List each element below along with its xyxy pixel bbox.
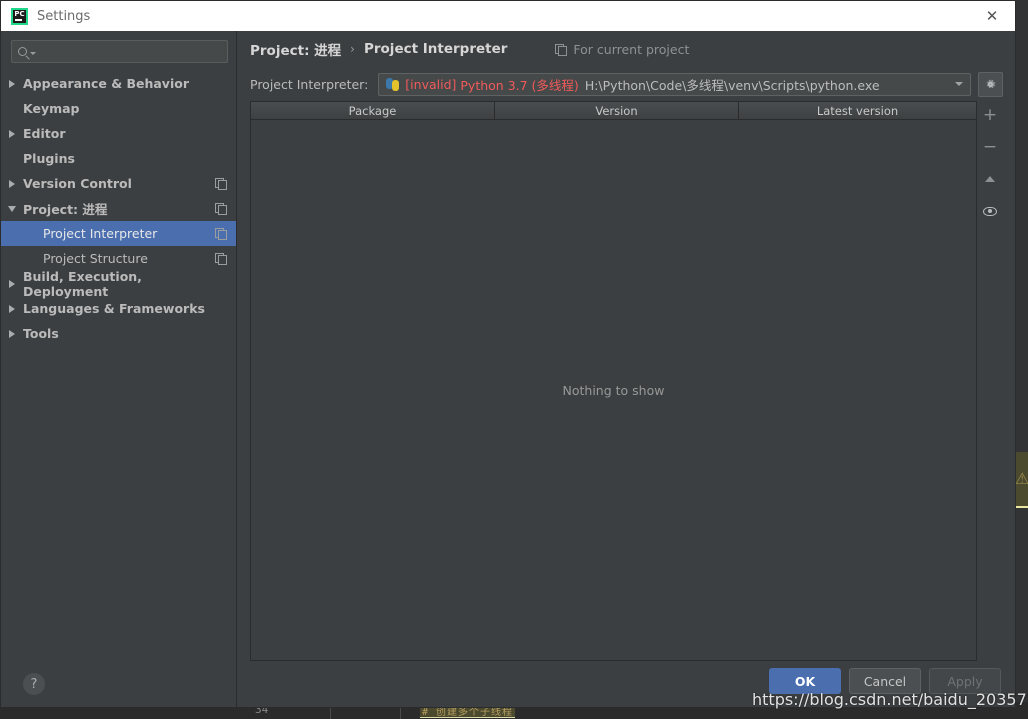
sidebar-item-project-进程[interactable]: Project: 进程 [1,196,236,221]
search-container [1,31,236,69]
sidebar-item-label: Project: 进程 [23,202,108,217]
sidebar-item-label: Version Control [23,176,132,191]
python-icon [386,77,400,91]
sidebar-item-build-execution-deployment[interactable]: Build, Execution, Deployment [1,268,236,299]
search-filter-chevron-down-icon[interactable] [30,52,36,55]
dialog-titlebar: PC Settings ✕ [1,1,1015,31]
sidebar-item-appearance-behavior[interactable]: Appearance & Behavior [1,71,236,96]
dialog-title: Settings [37,8,91,24]
settings-sidebar: Appearance & Behavior Keymap Editor Plugins… [1,31,237,707]
chevron-right-icon[interactable] [1,79,23,88]
dialog-body: Appearance & Behavior Keymap Editor Plugins… [1,31,1015,707]
interpreter-combobox[interactable]: [invalid] Python 3.7 (多线程) H:\Python\Cod… [378,72,971,96]
chevron-right-icon[interactable] [1,279,23,288]
breadcrumb-separator: › [350,42,355,56]
chevron-right-icon[interactable] [1,129,23,138]
sidebar-item-label: Project Interpreter [43,226,158,241]
scope-indicator: For current project [555,42,689,57]
page-title: Project Interpreter [363,41,508,57]
packages-table: Package Version Latest version Nothing t… [250,101,977,661]
sidebar-item-languages-frameworks[interactable]: Languages & Frameworks [1,296,236,321]
copy-stack-icon [215,178,227,190]
search-input[interactable] [40,44,221,59]
column-header-package[interactable]: Package [251,102,495,120]
python-icon-yellow [392,79,400,91]
gear-icon[interactable] [978,71,1003,97]
scope-label: For current project [573,41,690,57]
help-button[interactable]: ? [23,673,45,695]
interpreter-name: Python 3.7 (多线程) [460,77,579,93]
editor-marker-gutter [1015,0,1028,719]
settings-content: Project: 进程 › Project Interpreter For cu… [237,31,1015,707]
sidebar-item-label: Appearance & Behavior [23,76,189,91]
eye-icon [983,206,997,216]
ok-button[interactable]: OK [769,668,841,694]
copy-stack-icon [215,253,227,265]
sidebar-item-editor[interactable]: Editor [1,121,236,146]
apply-button[interactable]: Apply [929,668,1001,694]
interpreter-row: Project Interpreter: [invalid] Python 3.… [237,67,1015,101]
packages-table-header: Package Version Latest version [251,102,976,120]
sidebar-item-label: Plugins [23,151,75,166]
copy-stack-icon [215,228,227,240]
search-icon [18,47,27,56]
packages-table-body: Nothing to show [251,120,976,660]
sidebar-item-keymap[interactable]: Keymap [1,96,236,121]
sidebar-item-version-control[interactable]: Version Control [1,171,236,196]
copy-stack-icon [215,203,227,215]
sidebar-item-label: Project Structure [43,251,148,266]
packages-area: Package Version Latest version Nothing t… [237,101,1015,661]
help-area: ? [1,661,236,707]
chevron-down-icon[interactable] [948,74,970,95]
warning-marker-glyph: ⚠ [1015,469,1028,488]
interpreter-path: H:\Python\Code\多线程\venv\Scripts\python.e… [584,77,880,93]
close-icon[interactable]: ✕ [969,1,1015,31]
breadcrumb-parent[interactable]: Project: 进程 [250,39,341,59]
copy-stack-icon [555,43,568,56]
pycharm-logo-icon: PC [11,7,28,25]
cancel-button[interactable]: Cancel [849,668,921,694]
show-early-releases-button[interactable] [979,201,1001,221]
sidebar-item-label: Tools [23,326,59,341]
column-header-version[interactable]: Version [495,102,739,120]
add-package-button[interactable]: + [979,105,1001,125]
sidebar-item-label: Languages & Frameworks [23,301,205,316]
dialog-footer: OK Cancel Apply [237,661,1015,707]
column-header-latest-version[interactable]: Latest version [739,102,976,120]
upgrade-package-button[interactable] [979,169,1001,189]
chevron-right-icon[interactable] [1,179,23,188]
packages-toolbar: + − [977,101,1003,661]
sidebar-item-tools[interactable]: Tools [1,321,236,346]
sidebar-item-label: Build, Execution, Deployment [23,268,142,299]
sidebar-item-project-interpreter[interactable]: Project Interpreter [1,221,236,246]
sidebar-item-label: Editor [23,126,66,141]
empty-state-text: Nothing to show [562,382,665,398]
interpreter-invalid-tag: [invalid] [405,76,457,92]
settings-tree: Appearance & Behavior Keymap Editor Plugins… [1,69,236,661]
pycharm-logo-bar [15,18,22,21]
sidebar-item-project-structure[interactable]: Project Structure [1,246,236,271]
chevron-right-icon[interactable] [1,304,23,313]
chevron-right-icon[interactable] [1,329,23,338]
chevron-down-icon[interactable] [1,205,23,212]
sidebar-item-plugins[interactable]: Plugins [1,146,236,171]
remove-package-button[interactable]: − [979,137,1001,157]
sidebar-item-label: Keymap [23,101,80,116]
editor-warning-marker[interactable]: ⚠ [1015,452,1028,508]
pycharm-logo-text: PC [14,9,25,18]
search-box[interactable] [11,40,228,63]
settings-dialog: PC Settings ✕ Appearance & Behavior Keyma… [0,0,1016,708]
breadcrumb: Project: 进程 › Project Interpreter For cu… [237,31,1015,67]
interpreter-label: Project Interpreter: [250,76,369,92]
